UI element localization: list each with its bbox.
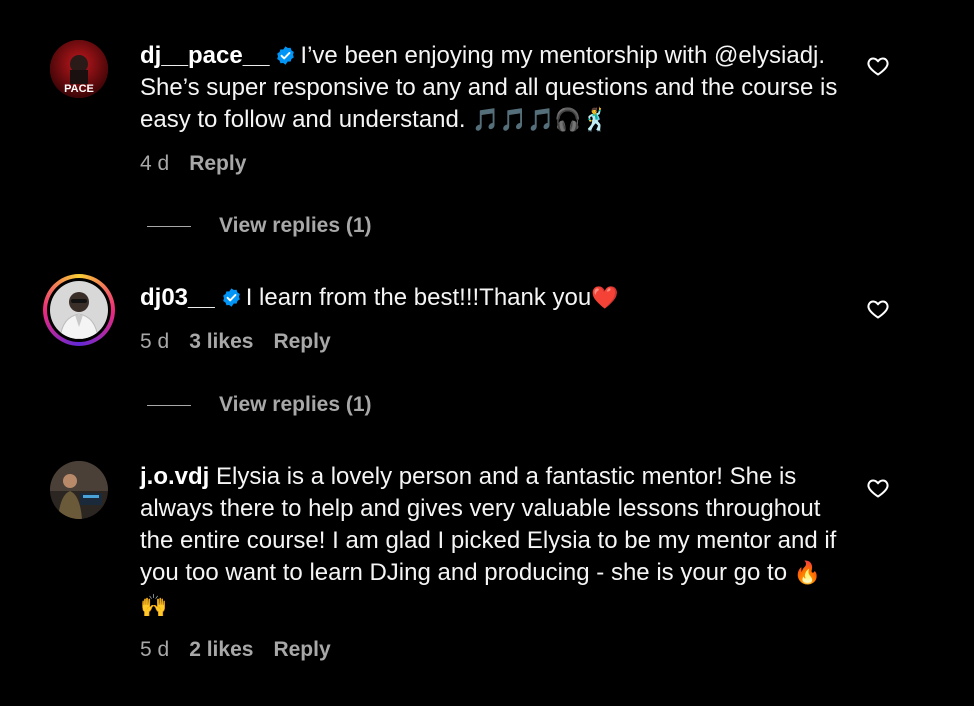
heart-outline-icon[interactable] [866, 476, 890, 500]
comment-body: dj03__ I learn from the best!!!Thank you❤… [140, 282, 840, 315]
comment-text: I learn from the best!!!Thank you [245, 284, 592, 311]
comment-meta: 5 d 2 likes Reply [140, 638, 351, 662]
comment-username[interactable]: dj__pace__ [140, 42, 269, 69]
view-replies-button[interactable]: View replies (1) [147, 393, 372, 417]
comment-emoji: 🎵🎵🎵🎧🕺 [472, 108, 610, 133]
comment-body: dj__pace__ I’ve been enjoying my mentorsh… [140, 40, 840, 137]
reply-button[interactable]: Reply [189, 152, 246, 175]
view-replies-label: View replies (1) [219, 393, 372, 416]
comment-age: 5 d [140, 638, 170, 661]
comment-age: 5 d [140, 330, 170, 353]
verified-badge-icon [277, 46, 295, 65]
svg-text:PACE: PACE [64, 83, 94, 95]
view-replies-button[interactable]: View replies (1) [147, 214, 372, 238]
comment-meta: 4 d Reply [140, 152, 266, 176]
avatar[interactable] [50, 461, 108, 519]
reply-button[interactable]: Reply [273, 638, 330, 661]
divider-line [147, 225, 191, 227]
comment-emoji: ❤️ [591, 286, 619, 311]
view-replies-label: View replies (1) [219, 214, 372, 237]
comment-body: j.o.vdj Elysia is a lovely person and a … [140, 461, 840, 623]
comment-username[interactable]: dj03__ [140, 284, 215, 311]
likes-count[interactable]: 3 likes [189, 330, 253, 353]
avatar[interactable]: PACE [50, 40, 108, 98]
heart-outline-icon[interactable] [866, 54, 890, 78]
comment-age: 4 d [140, 152, 170, 175]
verified-badge-icon [222, 288, 240, 307]
comment-text: Elysia is a lovely person and a fantasti… [140, 463, 837, 586]
divider-line [147, 404, 191, 406]
avatar [50, 281, 108, 339]
comment-username[interactable]: j.o.vdj [140, 463, 209, 490]
heart-outline-icon[interactable] [866, 297, 890, 321]
likes-count[interactable]: 2 likes [189, 638, 253, 661]
comment-meta: 5 d 3 likes Reply [140, 330, 351, 354]
avatar-story-ring[interactable] [43, 274, 115, 346]
reply-button[interactable]: Reply [273, 330, 330, 353]
